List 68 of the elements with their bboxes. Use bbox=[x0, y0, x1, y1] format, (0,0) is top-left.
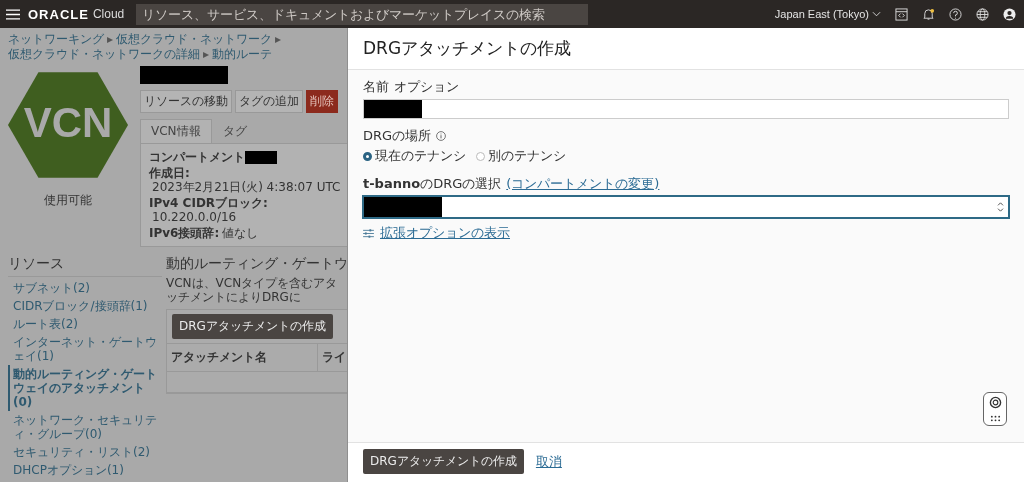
action-button[interactable]: 削除 bbox=[306, 90, 338, 113]
status-text: 使用可能 bbox=[43, 192, 93, 209]
redacted-value bbox=[364, 100, 422, 118]
optional-label: オプション bbox=[394, 78, 459, 96]
radio-option[interactable]: 現在のテナンシ bbox=[363, 147, 466, 165]
user-avatar-icon[interactable] bbox=[1003, 7, 1016, 21]
breadcrumb-separator: ▸ bbox=[275, 32, 282, 46]
help-widget-button[interactable] bbox=[983, 392, 1007, 426]
radio-button[interactable] bbox=[476, 151, 485, 161]
vcn-hexagon-icon bbox=[8, 72, 128, 178]
tab[interactable]: タグ bbox=[211, 119, 258, 143]
field-label: t-bannoのDRGの選択 bbox=[363, 175, 502, 193]
redacted-value bbox=[245, 150, 277, 164]
radio-option[interactable]: 別のテナンシ bbox=[476, 147, 566, 165]
dots-icon bbox=[989, 415, 1001, 422]
brand-suffix: Cloud bbox=[92, 7, 125, 21]
resource-link[interactable]: サブネット(2) bbox=[8, 279, 162, 297]
field-label: DRGの場所 bbox=[363, 127, 432, 145]
vcn-label: VCN bbox=[22, 99, 114, 147]
info-label: 作成日: bbox=[149, 166, 190, 180]
bell-icon[interactable] bbox=[922, 7, 935, 21]
name-input-field[interactable] bbox=[363, 99, 1009, 119]
breadcrumb-link[interactable]: 仮想クラウド・ネットワークの詳細 bbox=[8, 47, 200, 61]
drg-select-field[interactable] bbox=[363, 196, 1009, 218]
resource-link[interactable]: CIDRブロック/接頭辞(1) bbox=[8, 297, 162, 315]
code-window-icon[interactable] bbox=[895, 7, 908, 21]
advanced-options-link[interactable]: 拡張オプションの表示 bbox=[380, 224, 510, 242]
info-label: IPv4 CIDRブロック: bbox=[149, 196, 268, 210]
field-label: 名前 bbox=[363, 78, 389, 96]
resource-link[interactable]: DHCPオプション(1) bbox=[8, 461, 162, 479]
section-heading: 動的ルーティング・ゲートウ bbox=[166, 255, 347, 273]
breadcrumb-separator: ▸ bbox=[203, 47, 210, 61]
change-compartment-link[interactable]: (コンパートメントの変更) bbox=[506, 175, 660, 193]
search-field[interactable]: リソース、サービス、ドキュメントおよびマーケットプレイスの検索 bbox=[136, 3, 589, 25]
info-value: 値なし bbox=[222, 226, 259, 240]
brand-logo[interactable]: ORACLE bbox=[28, 6, 89, 22]
tab[interactable]: VCN情報 bbox=[140, 119, 212, 143]
create-attachment-button[interactable]: DRGアタッチメントの作成 bbox=[172, 314, 333, 339]
info-value: 10.220.0.0/16 bbox=[152, 210, 237, 224]
sliders-icon[interactable] bbox=[363, 228, 374, 238]
lifebuoy-icon bbox=[988, 396, 1002, 409]
resource-link[interactable]: インターネット・ゲートウェイ(1) bbox=[8, 333, 162, 365]
info-label: IPv6接頭辞: bbox=[149, 226, 220, 240]
breadcrumb-separator: ▸ bbox=[107, 32, 114, 46]
menu-icon[interactable] bbox=[6, 8, 20, 20]
help-icon[interactable] bbox=[949, 7, 962, 21]
action-button[interactable]: タグの追加 bbox=[235, 90, 303, 113]
breadcrumb-link[interactable]: ネットワーキング bbox=[8, 32, 104, 46]
submit-button[interactable]: DRGアタッチメントの作成 bbox=[363, 449, 524, 474]
cancel-link[interactable]: 取消 bbox=[535, 452, 562, 471]
resource-link[interactable]: ルート表(2) bbox=[8, 315, 162, 333]
select-caret-icon bbox=[997, 202, 1004, 212]
section-description: VCNは、VCNタイプを含むアタッチメントによりDRGに bbox=[166, 276, 339, 304]
breadcrumb-link[interactable]: 動的ルーテ bbox=[212, 47, 273, 61]
resources-heading: リソース bbox=[8, 255, 162, 277]
column-header: アタッチメント名 bbox=[170, 349, 268, 366]
info-value: 2023年2月21日(火) 4:38:07 UTC bbox=[152, 180, 341, 194]
info-icon[interactable] bbox=[436, 131, 447, 141]
info-label: コンパートメント bbox=[149, 150, 245, 164]
caret-icon bbox=[872, 11, 881, 17]
resource-link[interactable]: セキュリティ・リスト(2) bbox=[8, 443, 162, 461]
action-button[interactable]: リソースの移動 bbox=[140, 90, 232, 113]
radio-button[interactable] bbox=[363, 151, 372, 161]
globe-icon[interactable] bbox=[976, 7, 989, 21]
region-selector[interactable]: Japan East (Tokyo) bbox=[774, 8, 881, 20]
resource-link[interactable]: ネットワーク・セキュリティ・グループ(0) bbox=[8, 411, 162, 443]
breadcrumb-link[interactable]: 仮想クラウド・ネットワーク bbox=[116, 32, 273, 46]
resource-link[interactable]: 動的ルーティング・ゲートウェイのアタッチメント (0) bbox=[8, 365, 162, 411]
